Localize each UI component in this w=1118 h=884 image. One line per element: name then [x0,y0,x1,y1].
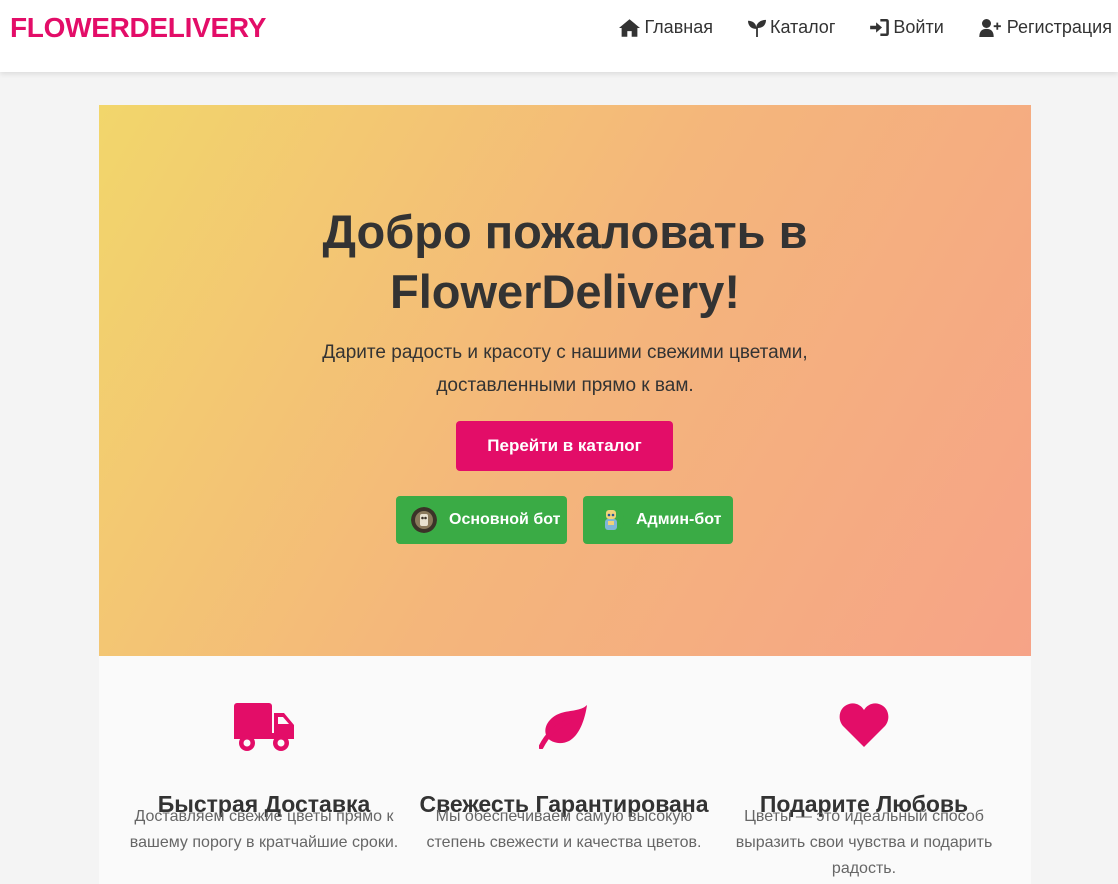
sign-in-icon [870,19,890,36]
features-section: Быстрая Доставка Доставляем свежие цветы… [99,656,1031,884]
main-bot-avatar [411,507,437,533]
feature-text: Мы обеспечиваем самую высокую степень св… [426,808,702,851]
leaf-icon [539,705,587,749]
hero-section: Добро пожаловать в FlowerDelivery! Дарит… [99,105,1031,656]
admin-bot-button[interactable]: Админ-бот [583,496,733,544]
main-bot-button[interactable]: Основной бот [396,496,567,544]
nav-item-catalog[interactable]: Каталог [747,17,836,38]
seedling-icon [747,19,766,37]
truck-icon [234,703,294,751]
admin-bot-label: Админ-бот [636,511,722,528]
nav-item-catalog-label: Каталог [769,17,836,37]
nav-item-login[interactable]: Войти [870,17,944,38]
home-icon [619,18,641,37]
feature-text: Цветы — это идеальный способ выразить св… [735,808,993,877]
hero-subtitle: Дарите радость и красоту с нашими свежим… [322,342,808,396]
navbar: FLOWERDELIVERY Главная Каталог Войти Рег… [0,0,1118,72]
main-bot-label: Основной бот [449,511,561,528]
feature-text: Доставляем свежие цветы прямо к вашему п… [129,808,399,851]
admin-bot-avatar [598,507,624,533]
nav-item-home[interactable]: Главная [619,17,713,38]
nav-item-register[interactable]: Регистрация [979,17,1112,38]
hero-title: Добро пожаловать в FlowerDelivery! [322,205,808,318]
catalog-button[interactable]: Перейти в каталог [456,421,673,471]
nav-item-register-label: Регистрация [1006,17,1112,37]
user-plus-icon [979,18,1001,37]
nav-links: Главная Каталог Войти Регистрация [584,17,1112,38]
heart-icon [839,703,889,747]
brand-logo[interactable]: FLOWERDELIVERY [10,12,266,44]
nav-item-home-label: Главная [644,17,713,37]
nav-item-login-label: Войти [893,17,944,37]
